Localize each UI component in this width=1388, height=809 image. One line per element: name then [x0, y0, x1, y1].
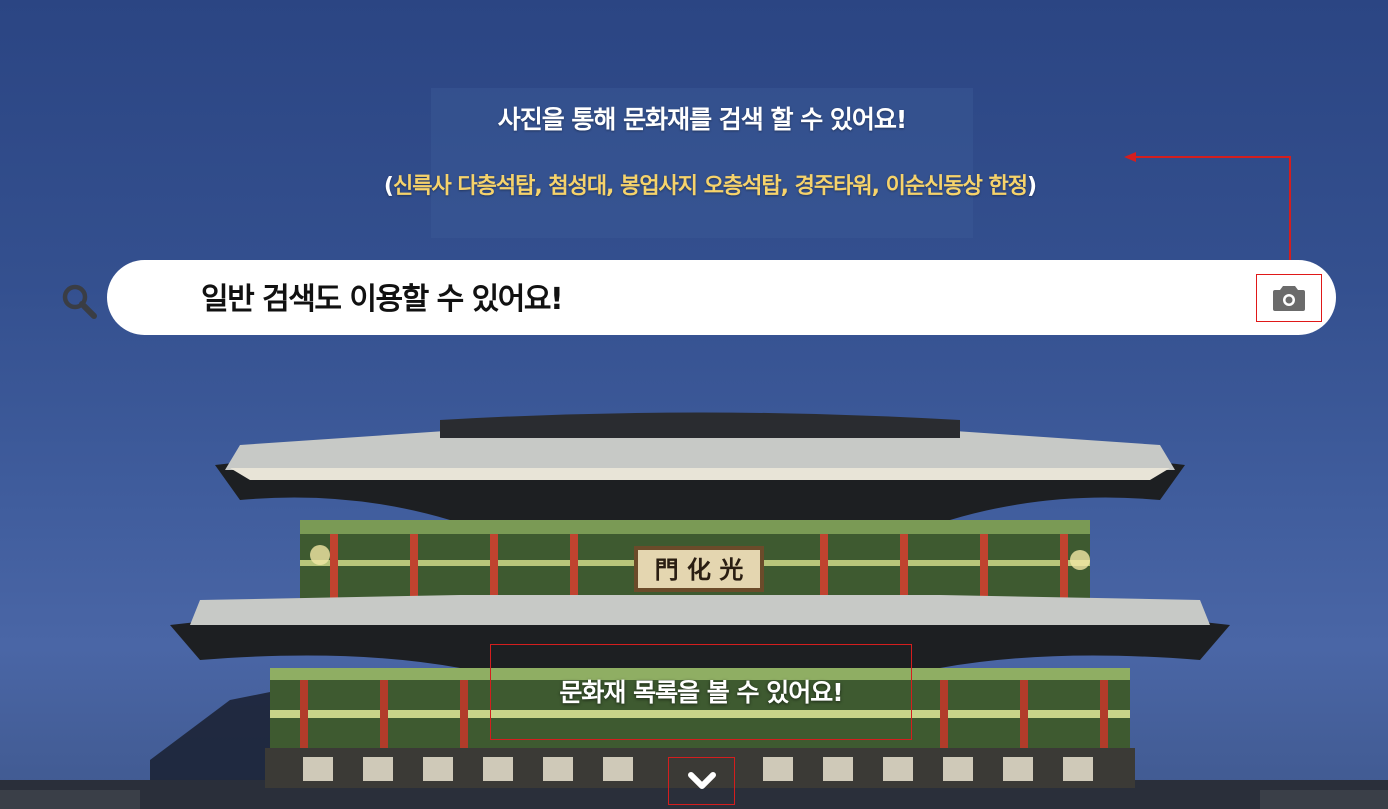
chevron-down-icon [687, 772, 716, 789]
camera-search-button[interactable] [1256, 274, 1322, 322]
scroll-down-button[interactable] [668, 757, 735, 805]
camera-icon [1273, 286, 1305, 311]
heritage-list-label: 문화재 목록을 볼 수 있어요! [559, 678, 843, 707]
search-icon[interactable] [60, 282, 100, 322]
page: 門 化 光 사진을 통해 문화재를 검색 할 수 있어요! (신륵사 다층석탑,… [0, 0, 1388, 809]
search-input[interactable]: 일반 검색도 이용할 수 있어요! [107, 260, 1336, 335]
search-input-text: 일반 검색도 이용할 수 있어요! [201, 282, 564, 317]
heritage-list-panel: 문화재 목록을 볼 수 있어요! [490, 644, 912, 740]
